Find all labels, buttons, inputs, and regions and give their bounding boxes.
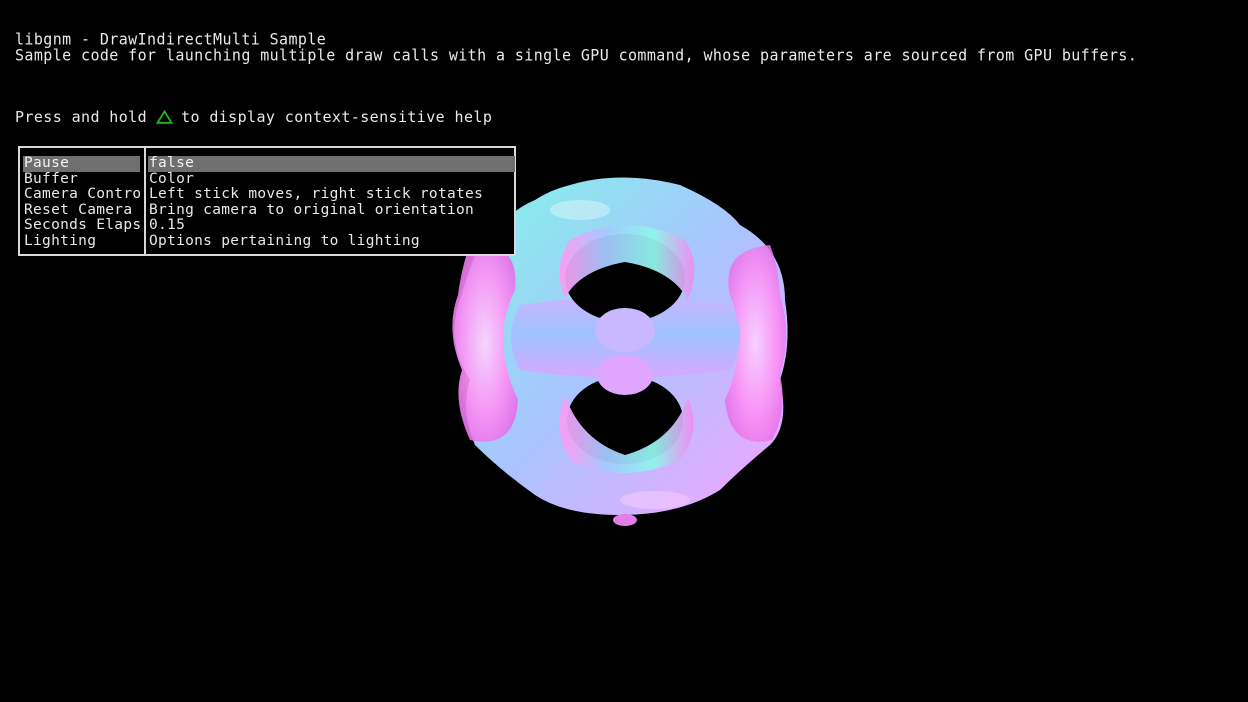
app-subtitle: Sample code for launching multiple draw … bbox=[15, 45, 1138, 65]
help-hint-prefix: Press and hold bbox=[15, 108, 148, 126]
menu-item-value: Bring camera to original orientation bbox=[149, 202, 475, 218]
menu-item[interactable]: Pause false bbox=[20, 156, 515, 172]
help-hint-suffix: to display context-sensitive help bbox=[181, 108, 493, 126]
menu-item[interactable]: Camera Controls Left stick moves, right s… bbox=[20, 187, 514, 203]
menu-item[interactable]: Buffer Color bbox=[20, 172, 514, 188]
menu-panel: Pause false Buffer Color Camera Controls Left… bbox=[18, 146, 516, 256]
menu-item-label: Buffer bbox=[24, 171, 79, 187]
menu-item-label: Camera Controls bbox=[24, 187, 140, 202]
menu-item-label: Reset Camera bbox=[24, 202, 133, 218]
help-hint: Press and hold to display context-sensit… bbox=[15, 109, 492, 125]
menu-item-value: Options pertaining to lighting bbox=[149, 233, 420, 249]
menu-item[interactable]: Seconds Elapsed 0.15 bbox=[20, 218, 514, 234]
menu-item-value: false bbox=[148, 156, 515, 172]
menu-item-value: 0.15 bbox=[149, 218, 186, 233]
menu-item-value: Left stick moves, right stick rotates bbox=[149, 187, 484, 202]
menu-item[interactable]: Lighting Options pertaining to lighting bbox=[20, 234, 514, 250]
menu-item-value: Color bbox=[149, 171, 195, 187]
menu-item-label: Lighting bbox=[24, 233, 97, 249]
menu-item-label: Seconds Elapsed bbox=[24, 218, 140, 233]
menu-item[interactable]: Reset Camera Bring camera to original ori… bbox=[20, 203, 514, 219]
triangle-button-icon bbox=[156, 110, 174, 124]
menu-item-label: Pause bbox=[23, 156, 140, 172]
